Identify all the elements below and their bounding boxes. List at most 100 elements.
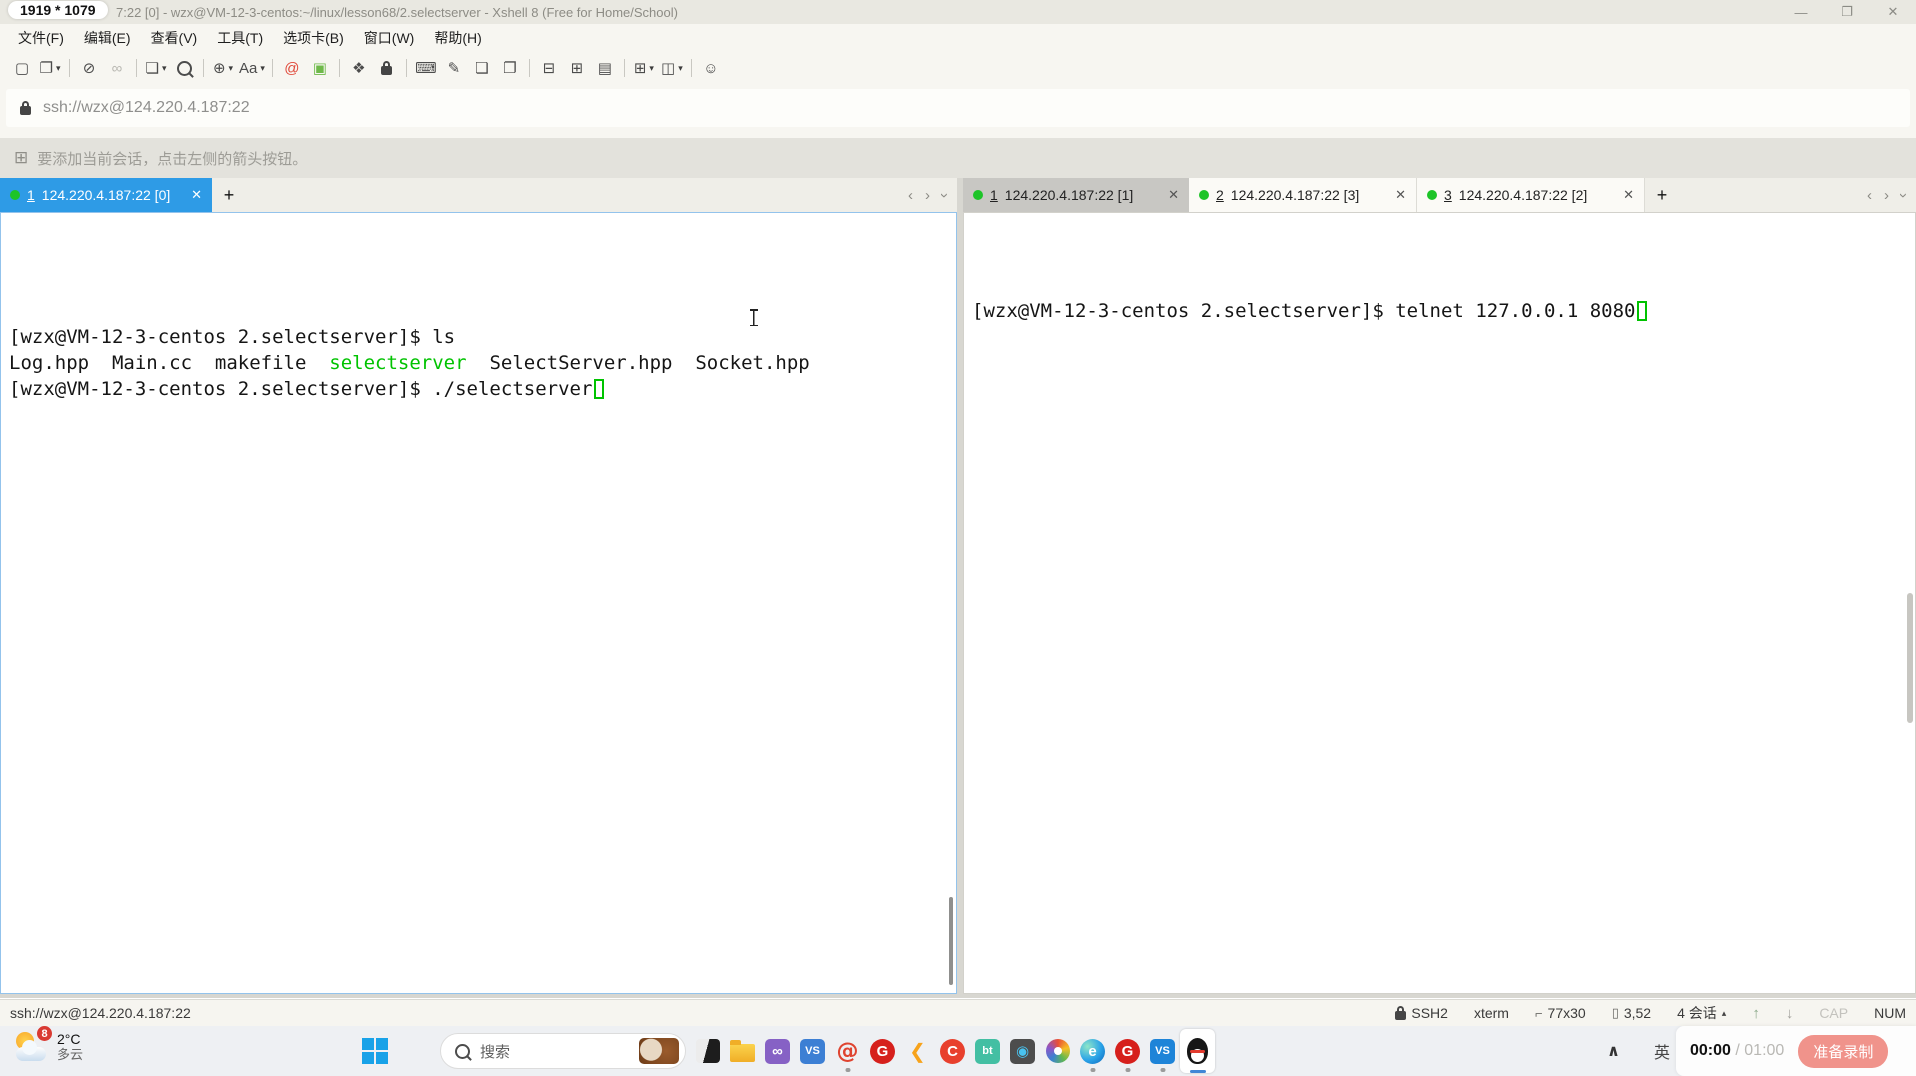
tile-layout-icon[interactable]: ◫ ▾ [660, 56, 684, 80]
duplicate-session-icon[interactable]: ❏ ▾ [144, 56, 168, 80]
encoding-globe-icon[interactable]: ⊕ ▾ [211, 56, 235, 80]
status-scroll-up[interactable]: ↑ [1752, 1005, 1760, 1022]
compose-send-icon[interactable]: ⊞ [565, 56, 589, 80]
menu-item-5[interactable]: 窗口(W) [354, 25, 425, 51]
chat-pane-icon[interactable]: ▤ [593, 56, 617, 80]
font-size-icon[interactable]: Aa ▾ [239, 56, 265, 80]
taskbar-search[interactable]: 搜索 [440, 1033, 686, 1069]
new-session-icon[interactable]: ▢ [10, 56, 34, 80]
tab-list-icon[interactable]: › [936, 193, 953, 198]
minimize-button[interactable]: — [1778, 0, 1824, 24]
help-icon[interactable]: ☺ [699, 56, 723, 80]
left-scrollbar-thumb[interactable] [949, 897, 953, 985]
menu-item-6[interactable]: 帮助(H) [424, 25, 491, 51]
menu-item-0[interactable]: 文件(F) [8, 25, 74, 51]
xagent-icon-glyph: @ [284, 59, 300, 77]
menu-item-4[interactable]: 选项卡(B) [273, 25, 354, 51]
toolbar-separator [203, 59, 204, 77]
tab-scroll-left-icon[interactable]: ‹ [1867, 187, 1872, 204]
disconnect-icon[interactable]: ⊘ [77, 56, 101, 80]
palette-icon-glyph [1045, 1039, 1070, 1063]
terminal-text: [wzx@VM-12-3-centos 2.selectserver]$ tel… [972, 300, 1636, 322]
status-session-count[interactable]: 4 会话 ▴ [1677, 1003, 1726, 1023]
tab-close-icon[interactable]: ✕ [1617, 187, 1634, 203]
menu-item-3[interactable]: 工具(T) [207, 25, 273, 51]
left-pane: 1 124.220.4.187:22 [0] ✕ + ‹ › › [wzx@VM-12-3-… [0, 178, 957, 994]
window-controls: — ❐ ✕ [1778, 0, 1916, 24]
terminal-app-icon[interactable] [690, 1029, 725, 1073]
palette-icon[interactable] [1040, 1029, 1075, 1073]
new-session-icon-glyph: ▢ [14, 60, 30, 77]
menu-item-1[interactable]: 编辑(E) [74, 25, 141, 51]
weather-widget[interactable]: 8 2°C 多云 [14, 1026, 84, 1063]
ime-indicator[interactable]: 英 [1654, 1039, 1670, 1063]
swirl-app-icon[interactable]: ◉ [1005, 1029, 1040, 1073]
tab-list-icon[interactable]: › [1895, 193, 1912, 198]
terminal-size-icon: ⌐ [1534, 1005, 1543, 1021]
left-tab-1[interactable]: 1 124.220.4.187:22 [0] ✕ [0, 178, 212, 212]
file-transfer-icon[interactable]: ▣ [308, 56, 332, 80]
visual-studio-icon[interactable]: ∞ [760, 1029, 795, 1073]
new-tab-button[interactable]: + [212, 178, 246, 212]
menu-item-2[interactable]: 查看(V) [141, 25, 208, 51]
session-count-caret-icon: ▴ [1721, 1007, 1727, 1018]
close-button[interactable]: ✕ [1870, 0, 1916, 24]
record-button[interactable]: 准备录制 [1798, 1034, 1889, 1068]
baota-icon[interactable]: bt [970, 1029, 1005, 1073]
xshell-icon[interactable]: @ [830, 1029, 865, 1073]
tab-close-icon[interactable]: ✕ [185, 187, 202, 203]
xagent-icon[interactable]: @ [280, 56, 304, 80]
restore-button[interactable]: ❐ [1824, 0, 1870, 24]
status-label: CAP [1819, 1005, 1849, 1021]
file-explorer-icon[interactable] [725, 1029, 760, 1073]
vscode-installer-icon[interactable]: VS [795, 1029, 830, 1073]
status-scroll-down[interactable]: ↓ [1786, 1005, 1794, 1022]
right-tab-3[interactable]: 3 124.220.4.187:22 [2] ✕ [1417, 178, 1645, 212]
terminal-text: Log.hpp Main.cc makefile [9, 352, 330, 374]
fullscreen-icon[interactable]: ❖ [347, 56, 371, 80]
right-tab-1[interactable]: 1 124.220.4.187:22 [1] ✕ [963, 178, 1189, 212]
file-transfer-icon-glyph: ▣ [312, 60, 327, 77]
search-highlight-image[interactable] [639, 1038, 679, 1064]
gitee-icon[interactable]: G [865, 1029, 900, 1073]
tab-close-icon[interactable]: ✕ [1389, 187, 1406, 203]
windows-start-button[interactable] [362, 1038, 389, 1065]
tab-scroll-right-icon[interactable]: › [925, 187, 930, 204]
address-bar[interactable]: ssh://wzx@124.220.4.187:22 [6, 89, 1910, 127]
vscode-icon[interactable]: VS [1145, 1029, 1180, 1073]
lock-screen-icon[interactable] [375, 56, 399, 80]
active-indicator [1189, 1070, 1206, 1073]
new-tab-button[interactable]: + [1645, 178, 1679, 212]
tab-number: 3 [1444, 187, 1452, 203]
tray-expand-icon[interactable]: ∧ [1607, 1041, 1620, 1061]
tab-close-icon[interactable]: ✕ [1162, 187, 1179, 203]
find-icon[interactable] [172, 56, 196, 80]
gitee-2-icon[interactable]: G [1110, 1029, 1145, 1073]
tab-arrange-icon[interactable]: ❐ [498, 56, 522, 80]
logging-icon[interactable]: ❏ [470, 56, 494, 80]
new-window-icon[interactable]: ⊞ ▾ [632, 56, 656, 80]
tab-label: 124.220.4.187:22 [1] [1004, 187, 1134, 203]
status-session-url: ssh://wzx@124.220.4.187:22 [10, 1005, 191, 1021]
virtual-keyboard-icon[interactable]: ⌨ [414, 56, 438, 80]
leetcode-icon[interactable]: ❮ [900, 1029, 935, 1073]
terminal-text: [wzx@VM-12-3-centos 2.selectserver]$ ./s… [9, 378, 593, 400]
scroll-dn-icon: ↓ [1785, 1004, 1794, 1022]
right-scrollbar-thumb[interactable] [1907, 593, 1913, 723]
tab-scroll-right-icon[interactable]: › [1884, 187, 1889, 204]
edge-icon-glyph: e [1080, 1038, 1105, 1064]
open-sessions-icon[interactable]: ❐ ▾ [38, 56, 62, 80]
right-terminal[interactable]: [wzx@VM-12-3-centos 2.selectserver]$ tel… [963, 212, 1916, 994]
session-status-dot [973, 190, 983, 200]
compose-pane-icon[interactable]: ⊟ [537, 56, 561, 80]
qq-icon[interactable] [1180, 1029, 1215, 1073]
edge-icon[interactable]: e [1075, 1029, 1110, 1073]
weather-condition: 多云 [57, 1046, 84, 1062]
highlight-icon[interactable]: ✎ [442, 56, 466, 80]
search-icon [455, 1043, 470, 1059]
tab-scroll-left-icon[interactable]: ‹ [908, 187, 913, 204]
right-tab-2[interactable]: 2 124.220.4.187:22 [3] ✕ [1189, 178, 1417, 212]
left-terminal[interactable]: [wzx@VM-12-3-centos 2.selectserver]$ ls L… [0, 212, 957, 994]
recorder-elapsed: 00:00 [1690, 1042, 1731, 1059]
csdn-icon[interactable]: C [935, 1029, 970, 1073]
